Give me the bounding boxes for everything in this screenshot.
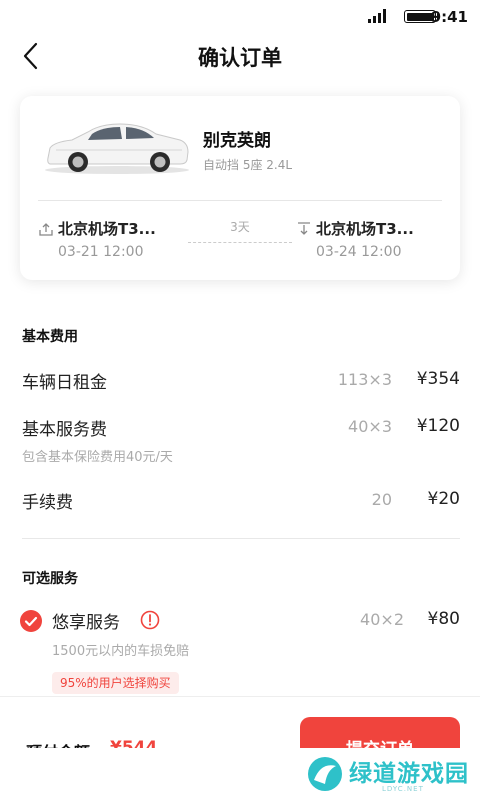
fee-amount: ¥120 bbox=[416, 416, 460, 436]
fee-calc: 113×3 bbox=[337, 370, 392, 389]
dropoff-location: 北京机场T3... bbox=[316, 220, 414, 238]
fee-note: 包含基本保险费用40元/天 bbox=[22, 450, 173, 465]
dropoff-time: 03-24 12:00 bbox=[316, 244, 402, 260]
fee-name: 手续费 bbox=[22, 493, 73, 513]
fee-calc: 20 bbox=[371, 490, 392, 509]
info-icon[interactable] bbox=[140, 610, 160, 630]
pickup-location: 北京机场T3... bbox=[58, 220, 156, 238]
service-name: 悠享服务 bbox=[52, 613, 120, 633]
fee-amount: ¥20 bbox=[427, 489, 460, 509]
service-note: 1500元以内的车损免赔 bbox=[52, 644, 190, 659]
pickup-info[interactable]: 北京机场T3... 03-21 12:00 bbox=[39, 218, 156, 260]
fee-name: 车辆日租金 bbox=[22, 373, 107, 393]
optional-service-row[interactable]: 悠享服务 40×2 ¥80 bbox=[20, 608, 460, 638]
service-calc: 40×2 bbox=[360, 610, 404, 629]
watermark-subtext: LDYC.NET bbox=[382, 785, 424, 793]
service-amount: ¥80 bbox=[427, 609, 460, 629]
nav-bar: 确认订单 bbox=[0, 34, 480, 78]
promo-badge: 95%的用户选择购买 bbox=[52, 672, 179, 694]
optional-services-title: 可选服务 bbox=[22, 571, 78, 587]
car-name: 别克英朗 bbox=[203, 131, 271, 151]
trip-duration: 3天 bbox=[230, 220, 250, 234]
pickup-icon bbox=[39, 222, 53, 236]
fee-row-rental: 车辆日租金 113×3 ¥354 bbox=[22, 368, 460, 398]
section-divider bbox=[22, 538, 460, 539]
pickup-time: 03-21 12:00 bbox=[58, 244, 144, 260]
page-title: 确认订单 bbox=[198, 46, 282, 70]
status-time: 9:41 bbox=[430, 8, 468, 26]
watermark: 绿道游戏园 LDYC.NET bbox=[0, 748, 480, 800]
car-spec: 自动挡 5座 2.4L bbox=[203, 158, 293, 172]
checkbox-checked-icon[interactable] bbox=[20, 610, 42, 632]
fee-row-handling: 手续费 20 ¥20 bbox=[22, 488, 460, 518]
status-bar: 9:41 bbox=[0, 0, 480, 34]
signal-icon bbox=[368, 9, 386, 23]
basic-fees-title: 基本费用 bbox=[22, 329, 78, 345]
watermark-logo-icon bbox=[308, 757, 342, 791]
fee-amount: ¥354 bbox=[416, 369, 460, 389]
fee-row-service: 基本服务费 40×3 ¥120 bbox=[22, 415, 460, 445]
fee-calc: 40×3 bbox=[348, 417, 392, 436]
fee-name: 基本服务费 bbox=[22, 420, 107, 440]
duration-line bbox=[188, 242, 292, 243]
car-image bbox=[42, 112, 192, 176]
dropoff-icon bbox=[298, 221, 310, 235]
dropoff-info[interactable]: 北京机场T3... 03-24 12:00 bbox=[297, 218, 414, 260]
car-card: 别克英朗 自动挡 5座 2.4L 北京机场T3... 03-21 12:00 3… bbox=[20, 96, 460, 280]
watermark-text: 绿道游戏园 bbox=[349, 761, 469, 787]
card-divider bbox=[38, 200, 442, 201]
